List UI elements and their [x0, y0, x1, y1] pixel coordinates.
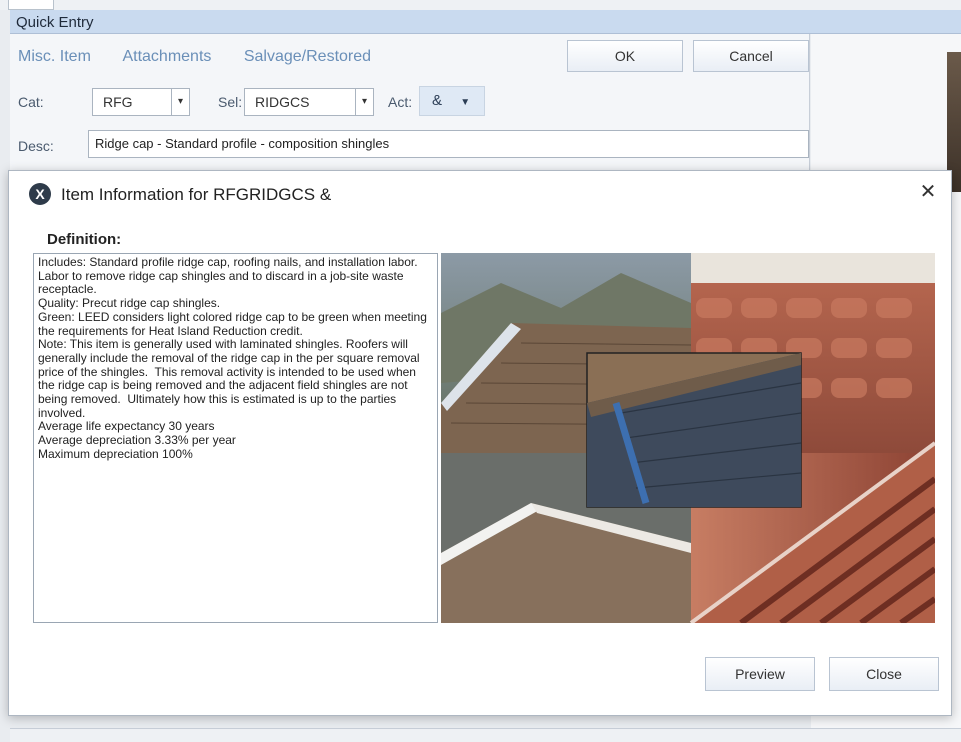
- quick-entry-tabs: Misc. Item Attachments Salvage/Restored: [18, 48, 399, 66]
- cat-combo[interactable]: RFG ▾: [92, 88, 190, 116]
- cancel-button[interactable]: Cancel: [693, 40, 809, 72]
- tab-salvage-restored[interactable]: Salvage/Restored: [244, 48, 371, 65]
- close-button[interactable]: Close: [829, 657, 939, 691]
- window-tab-stub[interactable]: [8, 0, 54, 10]
- act-value: &: [432, 92, 443, 109]
- sel-combo[interactable]: RIDGCS ▾: [244, 88, 374, 116]
- sel-dropdown-icon[interactable]: ▾: [355, 89, 373, 115]
- preview-button[interactable]: Preview: [705, 657, 815, 691]
- act-label: Act:: [388, 94, 413, 110]
- desc-label: Desc:: [18, 138, 54, 154]
- tab-attachments[interactable]: Attachments: [122, 48, 211, 65]
- quick-entry-titlebar: Quick Entry: [10, 10, 961, 34]
- desc-field[interactable]: Ridge cap - Standard profile - compositi…: [88, 130, 809, 158]
- close-icon[interactable]: ✕: [917, 181, 939, 203]
- sel-value: RIDGCS: [255, 94, 310, 110]
- sel-label: Sel:: [218, 94, 243, 110]
- line-item-row: [10, 728, 961, 742]
- tab-misc-item[interactable]: Misc. Item: [18, 48, 91, 65]
- roofing-photo-svg: [441, 253, 935, 623]
- item-information-dialog: X Item Information for RFGRIDGCS & ✕ Def…: [8, 170, 952, 716]
- cat-dropdown-icon[interactable]: ▾: [171, 89, 189, 115]
- definition-text: Includes: Standard profile ridge cap, ro…: [38, 255, 427, 461]
- roofing-photo-collage: [441, 253, 935, 623]
- ok-button[interactable]: OK: [567, 40, 683, 72]
- cat-label: Cat:: [18, 94, 44, 110]
- x-logo-icon: X: [29, 183, 51, 205]
- act-dropdown-icon[interactable]: ▼: [460, 97, 470, 108]
- definition-text-box[interactable]: Includes: Standard profile ridge cap, ro…: [33, 253, 438, 623]
- act-combo[interactable]: & ▼: [419, 86, 485, 116]
- definition-heading: Definition:: [47, 231, 122, 248]
- quick-entry-title: Quick Entry: [16, 14, 94, 31]
- cat-value: RFG: [103, 94, 133, 110]
- top-strip: [0, 0, 961, 10]
- dialog-title: Item Information for RFGRIDGCS &: [61, 185, 332, 204]
